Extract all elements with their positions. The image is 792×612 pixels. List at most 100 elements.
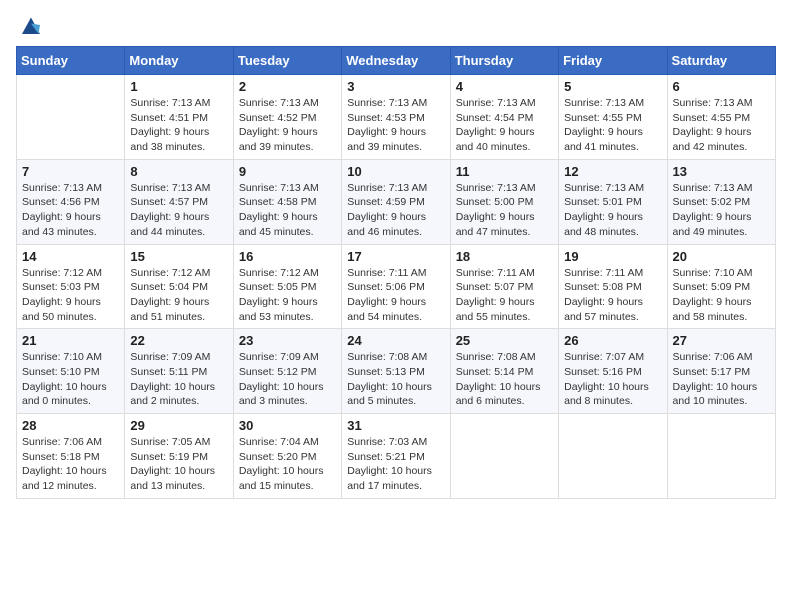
day-header-saturday: Saturday [667,47,775,75]
day-number: 6 [673,79,770,94]
day-number: 25 [456,333,553,348]
day-info: Sunrise: 7:13 AMSunset: 4:56 PMDaylight:… [22,181,119,240]
day-number: 16 [239,249,336,264]
calendar-cell: 29 Sunrise: 7:05 AMSunset: 5:19 PMDayligh… [125,414,233,499]
calendar-cell: 7 Sunrise: 7:13 AMSunset: 4:56 PMDaylight… [17,159,125,244]
day-info: Sunrise: 7:06 AMSunset: 5:18 PMDaylight:… [22,435,119,494]
day-header-friday: Friday [559,47,667,75]
day-header-sunday: Sunday [17,47,125,75]
day-number: 21 [22,333,119,348]
calendar-week-4: 28 Sunrise: 7:06 AMSunset: 5:18 PMDayligh… [17,414,776,499]
day-number: 20 [673,249,770,264]
day-info: Sunrise: 7:13 AMSunset: 4:55 PMDaylight:… [564,96,661,155]
day-info: Sunrise: 7:12 AMSunset: 5:05 PMDaylight:… [239,266,336,325]
day-info: Sunrise: 7:04 AMSunset: 5:20 PMDaylight:… [239,435,336,494]
day-number: 22 [130,333,227,348]
day-info: Sunrise: 7:08 AMSunset: 5:13 PMDaylight:… [347,350,444,409]
day-info: Sunrise: 7:13 AMSunset: 5:02 PMDaylight:… [673,181,770,240]
day-number: 8 [130,164,227,179]
day-number: 13 [673,164,770,179]
day-number: 23 [239,333,336,348]
day-info: Sunrise: 7:13 AMSunset: 5:01 PMDaylight:… [564,181,661,240]
day-info: Sunrise: 7:11 AMSunset: 5:07 PMDaylight:… [456,266,553,325]
day-info: Sunrise: 7:13 AMSunset: 4:52 PMDaylight:… [239,96,336,155]
calendar-cell [17,75,125,160]
day-header-tuesday: Tuesday [233,47,341,75]
day-number: 17 [347,249,444,264]
calendar-cell: 30Sunrise: 7:04 AMSunset: 5:20 PMDayligh… [233,414,341,499]
day-info: Sunrise: 7:13 AMSunset: 4:57 PMDaylight:… [130,181,227,240]
day-header-thursday: Thursday [450,47,558,75]
calendar-cell: 13 Sunrise: 7:13 AMSunset: 5:02 PMDayligh… [667,159,775,244]
day-number: 1 [130,79,227,94]
calendar-week-0: 1 Sunrise: 7:13 AMSunset: 4:51 PMDaylight… [17,75,776,160]
calendar-cell: 14Sunrise: 7:12 AMSunset: 5:03 PMDayligh… [17,244,125,329]
calendar-cell: 28 Sunrise: 7:06 AMSunset: 5:18 PMDayligh… [17,414,125,499]
calendar-cell: 26 Sunrise: 7:07 AMSunset: 5:16 PMDayligh… [559,329,667,414]
day-info: Sunrise: 7:05 AMSunset: 5:19 PMDaylight:… [130,435,227,494]
day-number: 4 [456,79,553,94]
calendar-cell: 6 Sunrise: 7:13 AMSunset: 4:55 PMDaylight… [667,75,775,160]
calendar-cell: 1 Sunrise: 7:13 AMSunset: 4:51 PMDaylight… [125,75,233,160]
day-number: 18 [456,249,553,264]
day-info: Sunrise: 7:13 AMSunset: 4:51 PMDaylight:… [130,96,227,155]
calendar-cell: 15 Sunrise: 7:12 AMSunset: 5:04 PMDayligh… [125,244,233,329]
calendar-cell: 2Sunrise: 7:13 AMSunset: 4:52 PMDaylight… [233,75,341,160]
logo-icon [16,10,46,40]
logo [16,10,50,40]
day-info: Sunrise: 7:12 AMSunset: 5:04 PMDaylight:… [130,266,227,325]
day-number: 28 [22,418,119,433]
day-info: Sunrise: 7:09 AMSunset: 5:11 PMDaylight:… [130,350,227,409]
calendar-cell: 3 Sunrise: 7:13 AMSunset: 4:53 PMDaylight… [342,75,450,160]
day-info: Sunrise: 7:13 AMSunset: 4:53 PMDaylight:… [347,96,444,155]
calendar-week-2: 14Sunrise: 7:12 AMSunset: 5:03 PMDayligh… [17,244,776,329]
calendar-cell: 27Sunrise: 7:06 AMSunset: 5:17 PMDayligh… [667,329,775,414]
calendar-cell: 23 Sunrise: 7:09 AMSunset: 5:12 PMDayligh… [233,329,341,414]
day-number: 24 [347,333,444,348]
day-info: Sunrise: 7:07 AMSunset: 5:16 PMDaylight:… [564,350,661,409]
calendar-cell: 4 Sunrise: 7:13 AMSunset: 4:54 PMDaylight… [450,75,558,160]
calendar-cell: 17 Sunrise: 7:11 AMSunset: 5:06 PMDayligh… [342,244,450,329]
calendar-week-1: 7 Sunrise: 7:13 AMSunset: 4:56 PMDaylight… [17,159,776,244]
day-number: 7 [22,164,119,179]
day-number: 5 [564,79,661,94]
day-number: 9 [239,164,336,179]
day-number: 3 [347,79,444,94]
day-info: Sunrise: 7:08 AMSunset: 5:14 PMDaylight:… [456,350,553,409]
calendar-cell: 9 Sunrise: 7:13 AMSunset: 4:58 PMDaylight… [233,159,341,244]
calendar-cell: 19 Sunrise: 7:11 AMSunset: 5:08 PMDayligh… [559,244,667,329]
day-info: Sunrise: 7:03 AMSunset: 5:21 PMDaylight:… [347,435,444,494]
calendar-header-row: SundayMondayTuesdayWednesdayThursdayFrid… [17,47,776,75]
day-info: Sunrise: 7:13 AMSunset: 5:00 PMDaylight:… [456,181,553,240]
calendar-cell [450,414,558,499]
day-number: 31 [347,418,444,433]
day-info: Sunrise: 7:10 AMSunset: 5:10 PMDaylight:… [22,350,119,409]
calendar-cell: 12 Sunrise: 7:13 AMSunset: 5:01 PMDayligh… [559,159,667,244]
day-header-monday: Monday [125,47,233,75]
calendar-cell [559,414,667,499]
day-number: 12 [564,164,661,179]
calendar-cell: 10Sunrise: 7:13 AMSunset: 4:59 PMDayligh… [342,159,450,244]
calendar-cell: 16 Sunrise: 7:12 AMSunset: 5:05 PMDayligh… [233,244,341,329]
calendar-cell: 24 Sunrise: 7:08 AMSunset: 5:13 PMDayligh… [342,329,450,414]
day-number: 15 [130,249,227,264]
day-number: 29 [130,418,227,433]
day-info: Sunrise: 7:11 AMSunset: 5:08 PMDaylight:… [564,266,661,325]
calendar-cell: 20 Sunrise: 7:10 AMSunset: 5:09 PMDayligh… [667,244,775,329]
calendar-cell: 11 Sunrise: 7:13 AMSunset: 5:00 PMDayligh… [450,159,558,244]
day-info: Sunrise: 7:13 AMSunset: 4:55 PMDaylight:… [673,96,770,155]
calendar-cell: 31 Sunrise: 7:03 AMSunset: 5:21 PMDayligh… [342,414,450,499]
day-info: Sunrise: 7:13 AMSunset: 4:58 PMDaylight:… [239,181,336,240]
day-number: 19 [564,249,661,264]
calendar-cell: 5 Sunrise: 7:13 AMSunset: 4:55 PMDaylight… [559,75,667,160]
day-info: Sunrise: 7:09 AMSunset: 5:12 PMDaylight:… [239,350,336,409]
day-number: 10 [347,164,444,179]
day-info: Sunrise: 7:10 AMSunset: 5:09 PMDaylight:… [673,266,770,325]
calendar-cell [667,414,775,499]
day-info: Sunrise: 7:11 AMSunset: 5:06 PMDaylight:… [347,266,444,325]
calendar-cell: 18 Sunrise: 7:11 AMSunset: 5:07 PMDayligh… [450,244,558,329]
calendar-cell: 25 Sunrise: 7:08 AMSunset: 5:14 PMDayligh… [450,329,558,414]
day-info: Sunrise: 7:13 AMSunset: 4:54 PMDaylight:… [456,96,553,155]
day-number: 11 [456,164,553,179]
day-number: 26 [564,333,661,348]
